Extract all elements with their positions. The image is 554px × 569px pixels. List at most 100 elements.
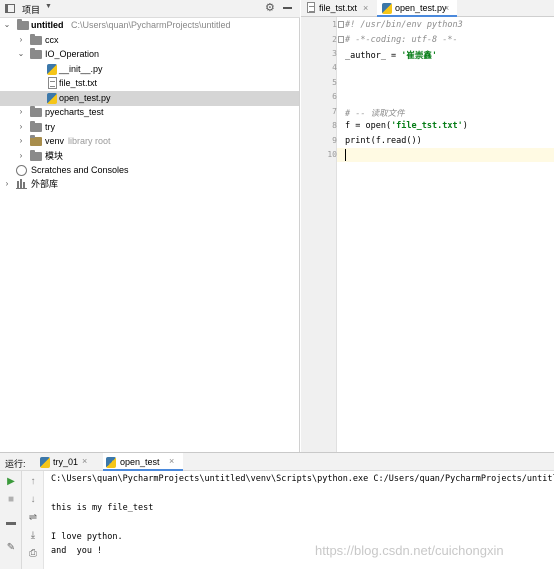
- watermark: https://blog.csdn.net/cuichongxin: [315, 543, 504, 558]
- tree-item-untitled[interactable]: ⌄ untitled C:\Users\quan\PycharmProjects…: [0, 18, 299, 33]
- code-line-8[interactable]: print(f.read()): [345, 136, 422, 146]
- code-line-2[interactable]: # -*-coding: utf-8 -*-: [345, 35, 458, 45]
- chevron-right-icon[interactable]: ›: [17, 120, 25, 134]
- tree-label: open_test.py: [59, 93, 111, 103]
- run-tab-try-01[interactable]: try_01 ×: [38, 453, 94, 471]
- editor-tab-bar: file_tst.txt × open_test.py ×: [301, 0, 554, 17]
- line-number: 5: [332, 78, 337, 87]
- fold-marker-icon[interactable]: [338, 21, 344, 28]
- tab-open-test-py[interactable]: open_test.py ×: [377, 0, 457, 17]
- code-line-6[interactable]: # -- 读取文件: [345, 107, 405, 119]
- print-icon[interactable]: ⎙: [26, 547, 40, 561]
- tree-item-scratches[interactable]: Scratches and Consoles: [0, 163, 299, 178]
- python-file-icon: [40, 457, 50, 468]
- folder-icon: [30, 106, 42, 117]
- tree-item-open-test-py[interactable]: open_test.py: [0, 91, 299, 106]
- arrow-down-icon[interactable]: ↓: [26, 493, 40, 507]
- rerun-icon[interactable]: ▶: [4, 475, 18, 489]
- chevron-down-icon[interactable]: ⌄: [17, 47, 25, 61]
- python-file-icon: [106, 457, 116, 468]
- chevron-right-icon[interactable]: ›: [17, 149, 25, 163]
- line-number: 3: [332, 49, 337, 58]
- console-output-line: and you !: [51, 546, 103, 556]
- folder-icon: [30, 150, 42, 161]
- tab-file-tst-txt[interactable]: file_tst.txt ×: [301, 0, 376, 17]
- minimize-icon[interactable]: [283, 7, 292, 9]
- tree-item-init-py[interactable]: __init__.py: [0, 62, 299, 77]
- tree-item-io-operation[interactable]: ⌄ IO_Operation: [0, 47, 299, 62]
- tab-label: open_test.py: [395, 3, 447, 13]
- code-line-7[interactable]: f = open('file_tst.txt'): [345, 121, 468, 131]
- text-file-icon: [307, 2, 315, 13]
- chevron-right-icon[interactable]: ›: [17, 105, 25, 119]
- soft-wrap-icon[interactable]: ⇌: [26, 511, 40, 525]
- run-toolbar: ▶ ■ ▬ ✎: [0, 471, 22, 569]
- pin-icon[interactable]: ✎: [4, 541, 18, 555]
- project-path: C:\Users\quan\PycharmProjects\untitled: [71, 20, 231, 30]
- close-icon[interactable]: ×: [82, 456, 87, 466]
- tree-label: untitled: [31, 20, 64, 30]
- python-file-icon: [47, 64, 57, 75]
- scratches-icon: [16, 165, 27, 176]
- chevron-right-icon[interactable]: ›: [17, 134, 25, 148]
- line-number: 8: [332, 121, 337, 130]
- chevron-down-icon[interactable]: ⌄: [3, 18, 11, 32]
- layout-icon[interactable]: [5, 4, 15, 13]
- chevron-down-icon[interactable]: ▼: [45, 3, 52, 10]
- chevron-right-icon[interactable]: ›: [3, 177, 11, 191]
- tree-label: 外部库: [31, 179, 59, 189]
- tree-item-ccx[interactable]: › ccx: [0, 33, 299, 48]
- run-label: 运行:: [5, 459, 26, 469]
- stop-icon[interactable]: ■: [4, 493, 18, 507]
- current-line-highlight: [337, 148, 554, 162]
- tab-label: file_tst.txt: [319, 3, 358, 13]
- line-number: 4: [332, 63, 337, 72]
- code-line-3[interactable]: _author_ = '崔崇鑫': [345, 49, 437, 61]
- console-command-line: C:\Users\quan\PycharmProjects\untitled\v…: [51, 474, 554, 484]
- code-text: ): [462, 121, 468, 131]
- chevron-right-icon[interactable]: ›: [17, 33, 25, 47]
- line-number: 2: [332, 35, 337, 44]
- console-output-line: I love python.: [51, 532, 123, 542]
- tree-label: file_tst.txt: [59, 78, 98, 88]
- folder-icon: [17, 19, 29, 30]
- code-line-1[interactable]: #! /usr/bin/env python3: [345, 20, 463, 30]
- close-icon[interactable]: ×: [444, 0, 449, 16]
- tree-item-external-libraries[interactable]: › 外部库: [0, 177, 299, 192]
- scroll-to-end-icon[interactable]: ⤓: [26, 529, 40, 543]
- text-file-icon: [48, 77, 57, 89]
- gear-icon[interactable]: ⚙: [265, 1, 275, 14]
- tree-item-module[interactable]: › 模块: [0, 149, 299, 164]
- tree-label: try: [45, 122, 55, 132]
- run-tab-open-test[interactable]: open_test ×: [103, 453, 183, 471]
- library-root-hint: library root: [68, 136, 111, 146]
- arrow-up-icon[interactable]: ↑: [26, 475, 40, 489]
- code-text: f = open(: [345, 121, 392, 131]
- folder-icon: [30, 135, 42, 146]
- layout-icon[interactable]: ▬: [4, 516, 18, 530]
- line-number: 1: [332, 20, 337, 29]
- folder-icon: [30, 34, 42, 45]
- code-text: _author_ =: [345, 51, 402, 61]
- code-string: 'file_tst.txt': [391, 121, 463, 131]
- run-tab-label: open_test: [120, 457, 160, 467]
- tree-item-try[interactable]: › try: [0, 120, 299, 135]
- libraries-icon: [16, 179, 27, 189]
- tree-label: IO_Operation: [45, 49, 100, 59]
- line-number: 6: [332, 92, 337, 101]
- line-number: 7: [332, 107, 337, 116]
- close-icon[interactable]: ×: [363, 0, 368, 16]
- tree-label: venv: [45, 136, 65, 146]
- folder-icon: [30, 48, 42, 59]
- tree-item-venv[interactable]: › venv library root: [0, 134, 299, 149]
- python-file-icon: [47, 93, 57, 104]
- tree-label: Scratches and Consoles: [31, 165, 129, 175]
- tree-item-pyecharts-test[interactable]: › pyecharts_test: [0, 105, 299, 120]
- tree-label: __init__.py: [59, 64, 103, 74]
- code-string: '崔崇鑫': [401, 51, 438, 61]
- project-panel-title[interactable]: 项目: [22, 3, 40, 16]
- close-icon[interactable]: ×: [169, 456, 174, 466]
- fold-marker-icon[interactable]: [338, 36, 344, 43]
- run-panel-header: 运行: try_01 × open_test ×: [0, 453, 554, 471]
- tree-item-file-tst-txt[interactable]: file_tst.txt: [0, 76, 299, 91]
